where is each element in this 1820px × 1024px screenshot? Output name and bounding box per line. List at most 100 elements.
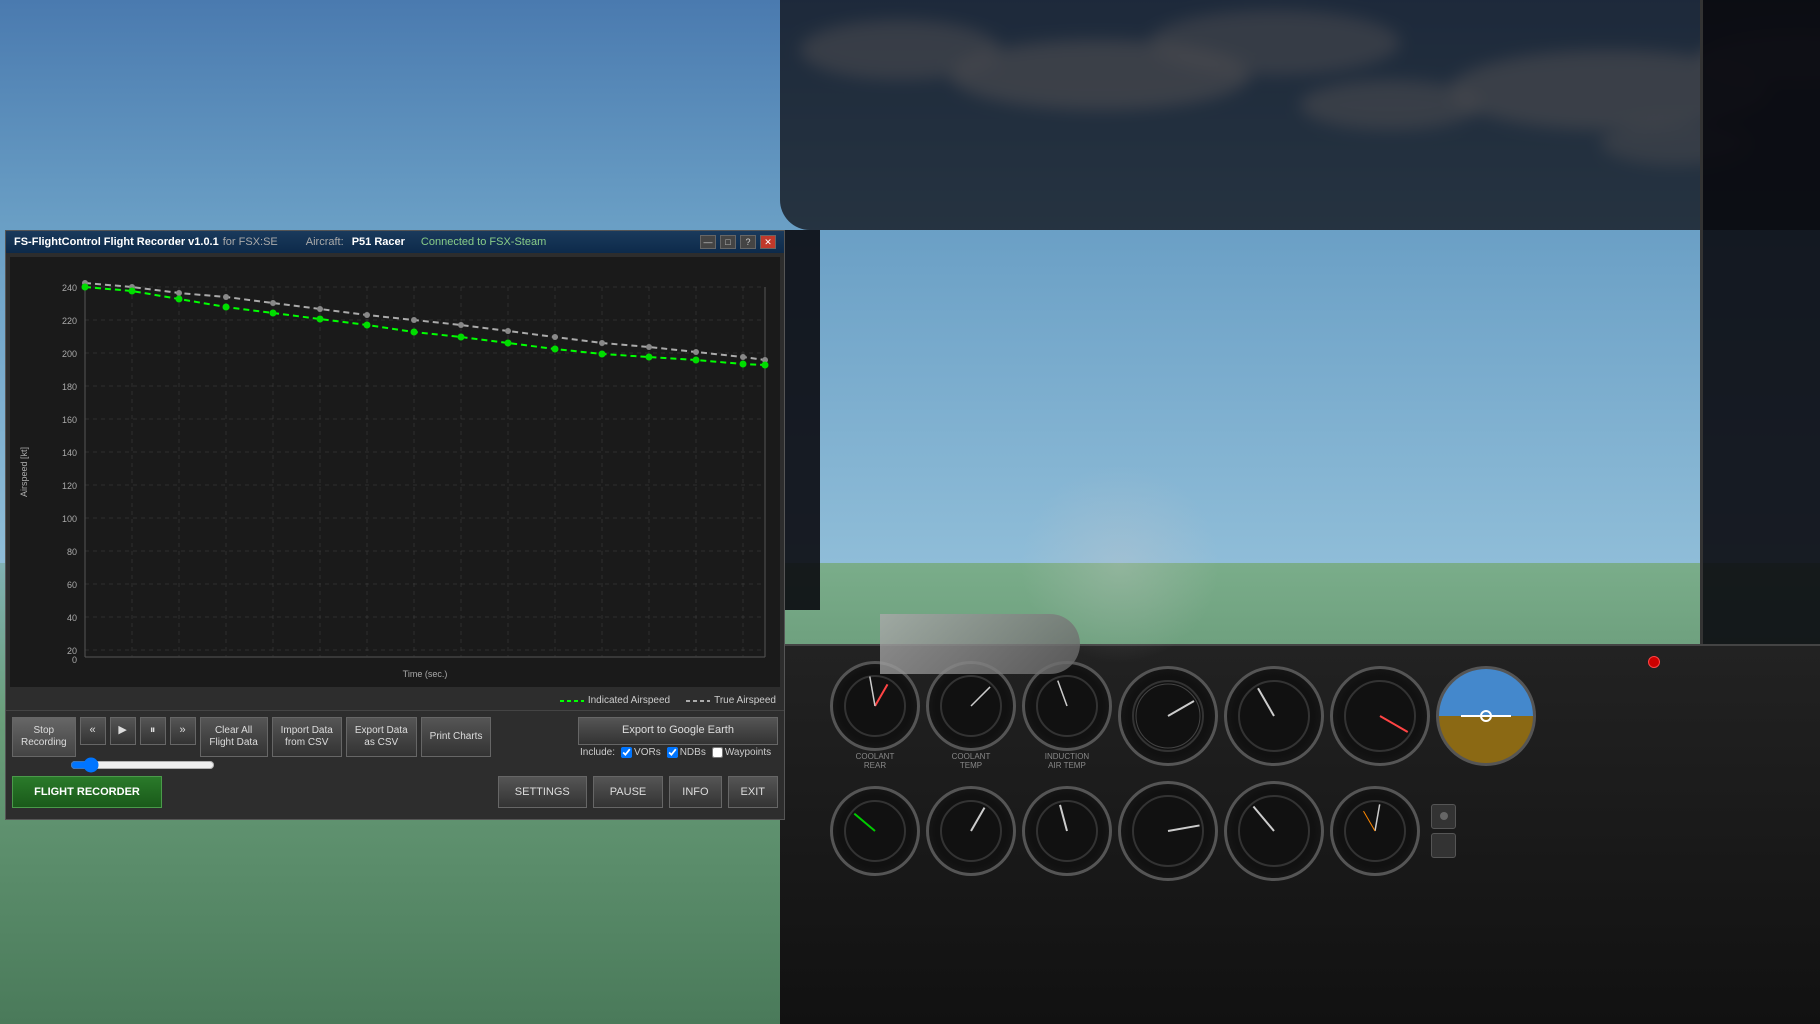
gauge-row2-4 <box>1118 781 1218 881</box>
true-airspeed-dot-8 <box>411 317 417 323</box>
true-airspeed-dot-15 <box>740 354 746 360</box>
true-airspeed-dot-12 <box>599 340 605 346</box>
vors-label[interactable]: VORs <box>621 747 661 758</box>
true-airspeed-dot-14 <box>693 349 699 355</box>
ndbs-checkbox[interactable] <box>667 747 678 758</box>
true-airspeed-dot-13 <box>646 344 652 350</box>
window-aircraft-label: Aircraft: <box>306 236 344 248</box>
switch-1[interactable] <box>1431 804 1456 829</box>
gauge-row2-1 <box>830 786 920 876</box>
legend-indicated-line <box>560 700 584 702</box>
true-airspeed-dot-9 <box>458 322 464 328</box>
info-button[interactable]: INFO <box>669 776 721 808</box>
stop-recording-label-2: Recording <box>21 737 67 749</box>
play-button[interactable]: ▶ <box>110 717 136 745</box>
rpm-gauge <box>1118 666 1218 766</box>
maximize-button[interactable]: □ <box>720 235 736 249</box>
indicated-dot-13 <box>646 354 653 361</box>
svg-text:220: 220 <box>62 316 77 326</box>
cockpit-roof <box>780 0 1820 230</box>
svg-text:40: 40 <box>67 613 77 623</box>
svg-text:60: 60 <box>67 580 77 590</box>
aircraft-nose <box>880 614 1080 674</box>
indicated-dot-3 <box>176 296 183 303</box>
chart-legend: Indicated Airspeed True Airspeed <box>6 691 784 710</box>
indicated-dot-14 <box>693 357 700 364</box>
indicated-dot-12 <box>599 351 606 358</box>
flight-recorder-button[interactable]: FLIGHT RECORDER <box>12 776 162 808</box>
switch-2[interactable] <box>1431 833 1456 858</box>
svg-text:240: 240 <box>62 283 77 293</box>
bottom-controls-area: Stop Recording « ▶ ⏸ » Clear AllFlight D… <box>6 710 784 812</box>
svg-text:140: 140 <box>62 448 77 458</box>
coolant-temp-gauge: COOLANTTEMP <box>926 661 1016 771</box>
true-airspeed-dot-6 <box>317 306 323 312</box>
legend-indicated: Indicated Airspeed <box>560 695 670 706</box>
window-title-left: FS-FlightControl Flight Recorder v1.0.1 … <box>14 236 546 248</box>
waypoints-label[interactable]: Waypoints <box>712 747 771 758</box>
print-charts-button[interactable]: Print Charts <box>421 717 492 757</box>
import-data-button[interactable]: Import Datafrom CSV <box>272 717 342 757</box>
gauge-row2-6 <box>1330 786 1420 876</box>
legend-true-line <box>686 700 710 702</box>
warning-light <box>1648 656 1660 668</box>
ndbs-label[interactable]: NDBs <box>667 747 706 758</box>
include-label: Include: <box>580 747 615 758</box>
airspeed-indicator-gauge <box>1330 666 1430 766</box>
true-airspeed-dot-10 <box>505 328 511 334</box>
google-earth-section: Export to Google Earth Include: VORs NDB… <box>578 717 778 758</box>
progress-slider-container <box>70 760 778 772</box>
controls-row-1: Stop Recording « ▶ ⏸ » Clear AllFlight D… <box>12 717 778 758</box>
minimize-button[interactable]: — <box>700 235 716 249</box>
indicated-dot-5 <box>270 310 277 317</box>
left-strut <box>780 230 820 610</box>
window-title-for: for FSX:SE <box>223 236 278 248</box>
gauge-row2-5 <box>1224 781 1324 881</box>
true-airspeed-dot-3 <box>176 290 182 296</box>
instrument-panel: COOLANTREAR COOLANTTEMP <box>780 644 1820 1024</box>
clear-flight-data-button[interactable]: Clear AllFlight Data <box>200 717 268 757</box>
indicated-dot-16 <box>762 362 769 369</box>
indicated-dot-4 <box>223 304 230 311</box>
indicated-dot-9 <box>458 334 465 341</box>
induction-air-temp-gauge: INDUCTIONAIR TEMP <box>1022 661 1112 771</box>
svg-text:0: 0 <box>72 655 77 665</box>
controls-row-2: FLIGHT RECORDER SETTINGS PAUSE INFO EXIT <box>12 776 778 808</box>
legend-true-label: True Airspeed <box>714 695 776 706</box>
indicated-dot-2 <box>129 288 136 295</box>
vors-checkbox[interactable] <box>621 747 632 758</box>
window-aircraft-name: P51 Racer <box>352 236 405 248</box>
pause-transport-button[interactable]: ⏸ <box>140 717 166 745</box>
export-csv-label: Export Dataas CSV <box>355 725 408 749</box>
svg-text:Time (sec.): Time (sec.) <box>403 669 448 679</box>
cockpit-frame: COOLANTREAR COOLANTTEMP <box>780 0 1820 1024</box>
export-google-earth-button[interactable]: Export to Google Earth <box>578 717 778 745</box>
forward-button[interactable]: » <box>170 717 196 745</box>
svg-text:200: 200 <box>62 349 77 359</box>
pause-button[interactable]: PAUSE <box>593 776 663 808</box>
svg-text:80: 80 <box>67 547 77 557</box>
chart-container: 240 220 200 180 160 140 120 100 80 60 40… <box>10 257 780 687</box>
window-controls: — □ ? ✕ <box>700 235 776 249</box>
close-button[interactable]: ✕ <box>760 235 776 249</box>
svg-text:100: 100 <box>62 514 77 524</box>
include-row: Include: VORs NDBs Waypoints <box>578 747 778 758</box>
manifold-pressure-gauge <box>1224 666 1324 766</box>
attitude-indicator-gauge <box>1436 666 1536 766</box>
true-airspeed-dot-4 <box>223 294 229 300</box>
progress-slider[interactable] <box>70 761 215 769</box>
export-csv-button[interactable]: Export Dataas CSV <box>346 717 417 757</box>
svg-text:180: 180 <box>62 382 77 392</box>
exit-button[interactable]: EXIT <box>728 776 778 808</box>
rewind-button[interactable]: « <box>80 717 106 745</box>
stop-recording-button[interactable]: Stop Recording <box>12 717 76 757</box>
svg-text:120: 120 <box>62 481 77 491</box>
stop-recording-label-1: Stop <box>34 725 55 737</box>
indicated-dot-15 <box>740 361 747 368</box>
settings-button[interactable]: SETTINGS <box>498 776 587 808</box>
indicated-dot-7 <box>364 322 371 329</box>
help-button[interactable]: ? <box>740 235 756 249</box>
chart-svg: 240 220 200 180 160 140 120 100 80 60 40… <box>10 257 780 687</box>
svg-text:Airspeed [kt]: Airspeed [kt] <box>19 447 29 497</box>
waypoints-checkbox[interactable] <box>712 747 723 758</box>
